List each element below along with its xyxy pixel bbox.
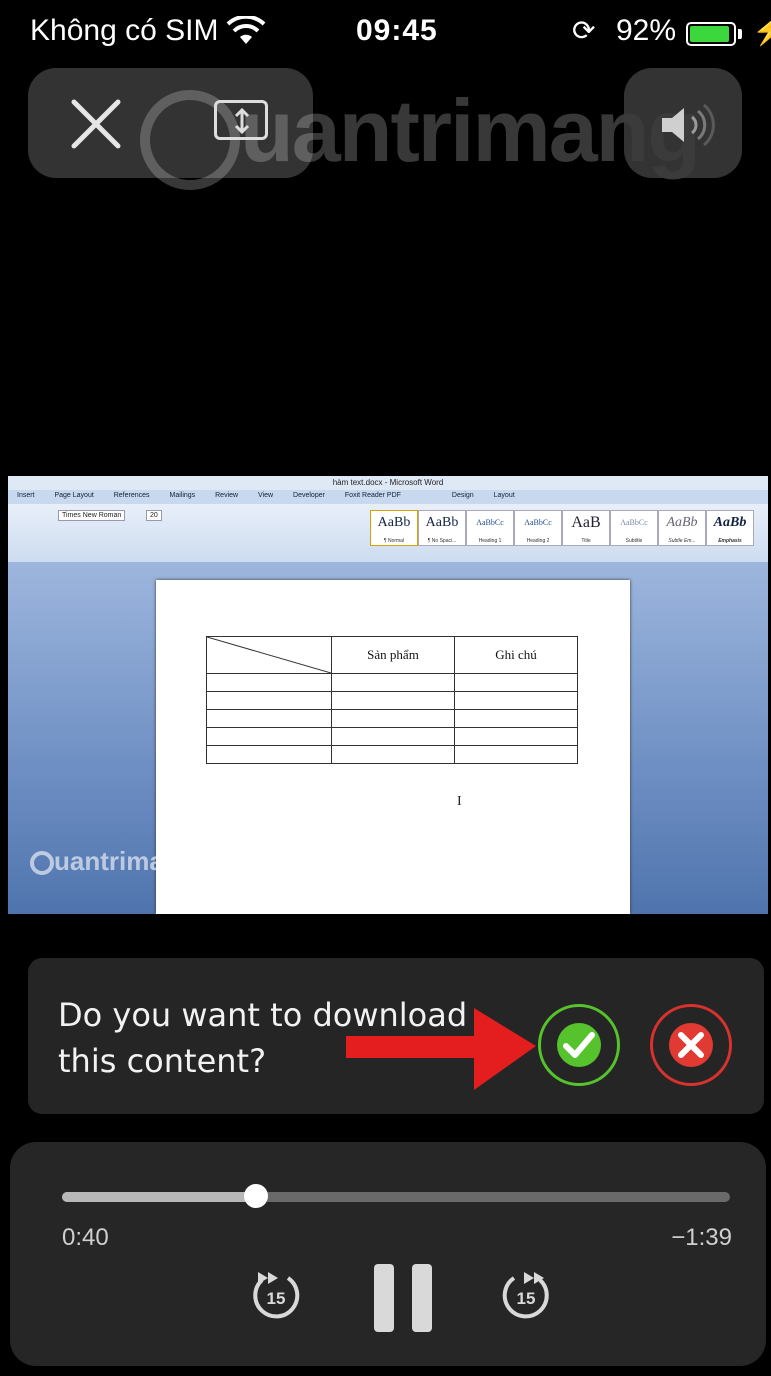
style-normal: AaBb ¶ Normal	[370, 510, 418, 546]
style-subtitle: AaBbCc Subtitle	[610, 510, 658, 546]
x-icon	[678, 1032, 704, 1058]
style-title: AaB Title	[562, 510, 610, 546]
battery-tip	[738, 29, 742, 39]
check-icon	[563, 1032, 595, 1058]
table-row	[206, 745, 578, 764]
skip-forward-15-icon: 15	[502, 1272, 549, 1319]
word-title-bar: hàm text.docx - Microsoft Word	[8, 476, 768, 490]
text-cursor-icon: I	[457, 794, 462, 809]
ribbon-tab: Layout	[493, 492, 515, 499]
skip-back-label: 15	[267, 1289, 286, 1308]
table-header-cell: Sản phẩm	[331, 636, 455, 674]
scrubber-track[interactable]	[62, 1192, 730, 1202]
video-frame[interactable]: hàm text.docx - Microsoft Word Insert Pa…	[8, 476, 768, 914]
elapsed-time: 0:40	[62, 1224, 109, 1251]
word-ribbon: Times New Roman 20 AaBb ¶ Normal AaBb ¶ No…	[8, 504, 768, 563]
carrier-label: Không có SIM	[30, 14, 219, 47]
table-diagonal-cell	[206, 636, 332, 674]
style-heading-1: AaBbCc Heading 1	[466, 510, 514, 546]
playback-panel: 0:40 −1:39 15 15	[10, 1142, 766, 1366]
aspect-fit-icon	[234, 107, 250, 135]
scrubber-progress	[62, 1192, 256, 1202]
remaining-time: −1:39	[671, 1224, 732, 1251]
skip-forward-15-button[interactable]: 15	[498, 1266, 554, 1322]
table-row	[206, 709, 578, 728]
aspect-fit-button[interactable]	[214, 100, 268, 140]
word-ribbon-tabs: Insert Page Layout References Mailings R…	[8, 490, 768, 504]
table-row	[206, 691, 578, 710]
ribbon-tab: References	[113, 492, 150, 499]
style-subtle-emphasis: AaBb Subtle Em...	[658, 510, 706, 546]
ribbon-tab: Page Layout	[54, 492, 94, 499]
volume-icon	[662, 103, 715, 147]
status-bar: Không có SIM 09:45 ⟳ 92% ⚡	[0, 0, 771, 64]
video-watermark: uantrimang	[30, 846, 196, 877]
wifi-icon	[226, 14, 266, 51]
volume-button[interactable]	[656, 100, 716, 150]
ribbon-tab: View	[258, 492, 274, 499]
ribbon-tab: Design	[451, 492, 474, 499]
skip-forward-label: 15	[517, 1289, 536, 1308]
ribbon-tab: Developer	[293, 492, 325, 499]
ribbon-tab: Insert	[17, 492, 35, 499]
clock: 09:45	[356, 14, 438, 47]
battery-icon	[686, 22, 736, 46]
font-name-box: Times New Roman	[58, 510, 126, 521]
charging-icon: ⚡	[752, 15, 771, 46]
pause-button[interactable]	[374, 1264, 432, 1332]
close-icon	[71, 99, 121, 149]
table-row	[206, 727, 578, 746]
style-no-spacing: AaBb ¶ No Spaci...	[418, 510, 466, 546]
document-page: Sản phẩm Ghi chú I	[156, 580, 630, 914]
skip-back-15-button[interactable]: 15	[248, 1266, 304, 1322]
battery-percent: 92%	[616, 14, 677, 47]
ribbon-tab: Mailings	[169, 492, 196, 499]
close-button[interactable]	[68, 96, 124, 152]
scrubber-thumb[interactable]	[244, 1184, 268, 1208]
table-header-row: Sản phẩm Ghi chú	[206, 636, 578, 674]
pause-icon-bar-right	[412, 1264, 432, 1332]
confirm-download-button[interactable]	[538, 1004, 620, 1086]
red-arrow-annotation	[346, 1008, 536, 1090]
font-size-box: 20	[146, 510, 162, 521]
rotation-lock-icon: ⟳	[572, 15, 596, 46]
skip-back-15-icon: 15	[253, 1272, 300, 1319]
table-row	[206, 673, 578, 692]
cancel-download-button[interactable]	[650, 1004, 732, 1086]
table-header-cell: Ghi chú	[454, 636, 578, 674]
pause-icon-bar-left	[374, 1264, 394, 1332]
ribbon-tab: Review	[215, 492, 239, 499]
style-heading-2: AaBbCc Heading 2	[514, 510, 562, 546]
style-emphasis: AaBb Emphasis	[706, 510, 754, 546]
ribbon-tab: Foxit Reader PDF	[344, 492, 401, 499]
document-table: Sản phẩm Ghi chú	[206, 636, 578, 764]
